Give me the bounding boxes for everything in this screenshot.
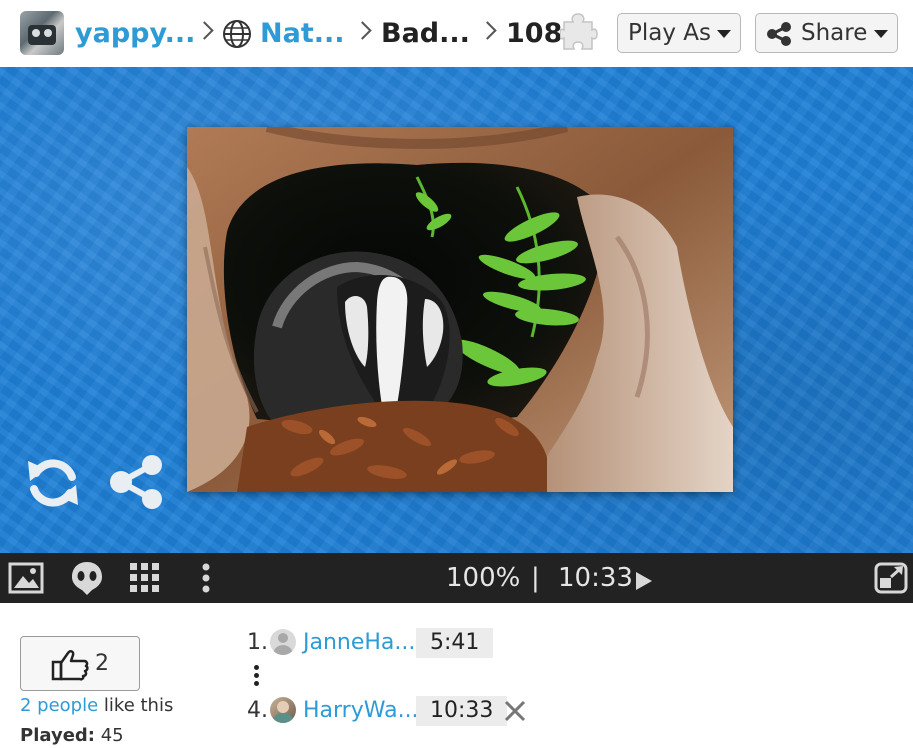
- played-stat: Played: 45: [20, 724, 124, 748]
- likes-people-link[interactable]: 2 people: [20, 695, 98, 716]
- user-avatar[interactable]: [20, 11, 64, 55]
- leaderboard-time: 10:33: [416, 696, 508, 726]
- puzzle-piece-icon: [560, 13, 598, 50]
- puzzle-header: yappy... Nat... Bad... 108 Play As Share: [0, 0, 913, 67]
- puzzle-toolbar: 100% | 10:33: [0, 553, 913, 603]
- share-icon: [767, 22, 791, 46]
- share-dropdown-button[interactable]: Share: [755, 13, 898, 53]
- likes-summary: 2 people like this: [20, 694, 173, 718]
- more-vertical-icon[interactable]: [254, 665, 260, 687]
- like-count: 2: [95, 651, 109, 676]
- breadcrumb-user[interactable]: yappy...: [75, 14, 195, 54]
- thumbs-up-icon: [51, 650, 89, 681]
- leaderboard-rank: 1.: [247, 630, 268, 655]
- close-icon[interactable]: [503, 699, 527, 723]
- more-vertical-icon[interactable]: [201, 563, 211, 593]
- fullscreen-icon[interactable]: [873, 561, 909, 595]
- leaderboard-player-name[interactable]: HarryWa...: [303, 696, 419, 726]
- grid-icon[interactable]: [128, 561, 162, 595]
- leaderboard-time: 5:41: [416, 628, 494, 658]
- like-button[interactable]: 2: [20, 636, 140, 691]
- likes-suffix: like this: [98, 695, 174, 716]
- breadcrumb-puzzle-title: Bad...: [381, 18, 470, 49]
- chevron-down-icon: [717, 30, 731, 38]
- timer: 10:33: [558, 563, 633, 593]
- play-as-button[interactable]: Play As: [617, 13, 741, 53]
- piece-count: 108: [506, 18, 563, 49]
- puzzle-stage[interactable]: [0, 67, 913, 553]
- globe-icon: [223, 20, 251, 48]
- puzzle-preview-image[interactable]: [187, 127, 733, 492]
- ghost-icon[interactable]: [70, 560, 104, 596]
- avatar[interactable]: [270, 629, 296, 655]
- image-icon[interactable]: [8, 562, 44, 594]
- breadcrumb-category[interactable]: Nat...: [260, 14, 345, 54]
- breadcrumb-chevron-icon: [353, 21, 372, 40]
- chevron-down-icon: [874, 30, 888, 38]
- leaderboard-rank: 4.: [247, 698, 268, 723]
- share-icon[interactable]: [108, 454, 166, 510]
- refresh-icon[interactable]: [24, 455, 82, 511]
- breadcrumb-chevron-icon: [195, 21, 214, 40]
- breadcrumb-chevron-icon: [478, 21, 497, 40]
- play-icon[interactable]: [634, 570, 654, 592]
- play-as-label: Play As: [628, 20, 711, 46]
- zoom-level: 100%: [446, 563, 521, 593]
- toolbar-separator: |: [531, 563, 540, 593]
- leaderboard-player-name[interactable]: JanneHa...: [303, 628, 415, 658]
- avatar[interactable]: [270, 697, 296, 723]
- share-label: Share: [801, 20, 868, 46]
